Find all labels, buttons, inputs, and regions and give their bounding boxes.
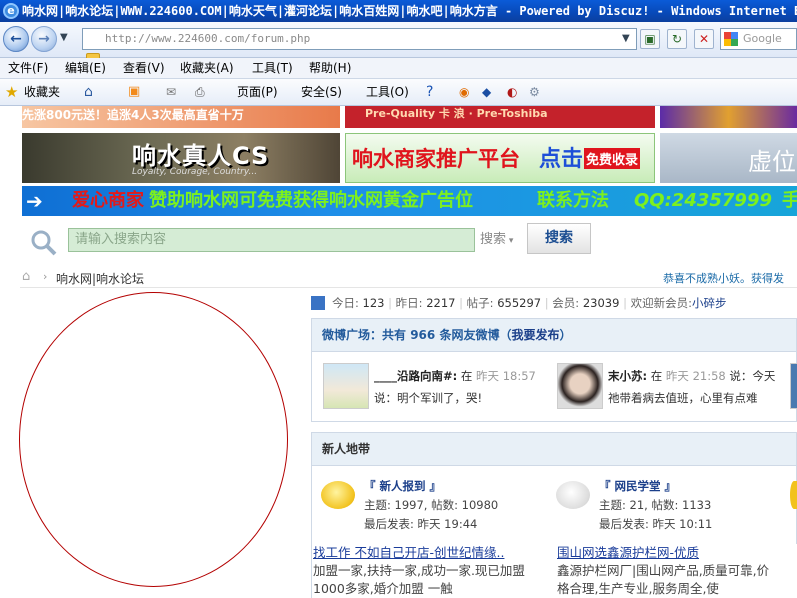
top-banner-middle[interactable]: Pre-Quality 卡 浪 · Pre-Toshiba [345, 106, 655, 128]
promo-free: 免费收录 [584, 148, 641, 169]
google-icon [724, 32, 738, 46]
promo-title: 响水商家推广平台 [352, 147, 520, 171]
forward-button[interactable]: → [31, 26, 57, 52]
cs-banner-title: 响水真人CS [132, 142, 270, 170]
forum-link-new-report[interactable]: 『 新人报到 』 [364, 477, 498, 496]
forum-new-posts-icon [790, 481, 797, 509]
vacant-ad-slot[interactable]: 虚位 [660, 133, 797, 183]
research-icon[interactable]: ◐ [507, 79, 517, 105]
ie-logo-icon: e [3, 3, 19, 19]
home-breadcrumb-icon[interactable]: ⌂ [22, 269, 30, 284]
breadcrumb-forum[interactable]: 响水网|响水论坛 [56, 270, 144, 287]
newbie-header: 新人地带 [312, 433, 796, 466]
menu-view[interactable]: 查看(V) [123, 58, 165, 78]
menu-tools[interactable]: 工具(T) [252, 58, 293, 78]
home-icon[interactable]: ⌂ [84, 79, 93, 105]
avatar[interactable] [790, 363, 797, 409]
address-dropdown-icon[interactable]: ▼ [622, 33, 630, 44]
top-banner-left[interactable]: 先涨800元送！追涨4人3次最高直省十万 [22, 106, 340, 128]
stats-icon [311, 296, 325, 310]
ad-strip-part-1: 爱心商家 [72, 190, 144, 211]
forum-no-new-icon [556, 481, 590, 509]
vacant-label: 虚位 [748, 148, 796, 176]
cs-banner-subtitle: Loyalty, Courage, Country... [132, 167, 258, 177]
tools-menu[interactable]: 工具(O) [366, 79, 409, 105]
cs-banner[interactable]: 响水真人CS Loyalty, Courage, Country... [22, 133, 340, 183]
menu-file[interactable]: 文件(F) [8, 58, 48, 78]
addon-icon[interactable]: ◉ [459, 79, 469, 105]
search-icon [30, 229, 58, 257]
address-bar[interactable]: http://www.224600.com/forum.php [82, 28, 637, 50]
annotation-ellipse [19, 292, 288, 587]
weibo-post-2: 末小苏: 在 昨天 21:58 说：今天祂带着病去值班，心里有点难 [608, 369, 776, 405]
text-ad-link[interactable]: 找工作 不如自己开店-创世纪情缘.. [313, 544, 551, 562]
arrow-right-icon: ➔ [26, 189, 43, 213]
ad-strip-part-4: QQ:24357999 [634, 190, 772, 211]
menu-help[interactable]: 帮助(H) [309, 58, 351, 78]
page-menu[interactable]: 页面(P) [237, 79, 278, 105]
stop-icon[interactable]: ✕ [694, 29, 714, 49]
favorites-star-icon[interactable]: ★ [5, 79, 18, 105]
weibo-header: 微博广场：共有 966 条网友微博（我要发布） [312, 319, 796, 352]
notice-ticker[interactable]: 恭喜不成熟小妖。获得发 [663, 270, 784, 286]
text-ad: 找工作 不如自己开店-创世纪情缘.. 加盟一家,扶持一家,成功一家.现已加盟 1… [313, 544, 551, 598]
forum-link-school[interactable]: 『 网民学堂 』 [599, 477, 712, 496]
forum-item: 『 网民学堂 』 主题: 21, 帖数: 1133 最后发表: 昨天 10:11 [599, 477, 713, 531]
top-banner-right[interactable] [660, 106, 797, 128]
text-ad-link[interactable]: 围山网选鑫源护栏网-优质 [557, 544, 797, 562]
ad-strip-part-5: 手 [782, 190, 797, 211]
menu-favorites[interactable]: 收藏夹(A) [180, 58, 234, 78]
mail-icon[interactable]: ✉ [166, 79, 176, 105]
search-type-select[interactable]: 搜索 ▾ [480, 228, 524, 252]
text-ad: 围山网选鑫源护栏网-优质 鑫源护栏网厂|围山网产品,质量可靠,价 格合理,生产专… [557, 544, 797, 598]
safety-menu[interactable]: 安全(S) [301, 79, 342, 105]
avatar[interactable] [557, 363, 603, 409]
forum-stats: 今日: 123 | 昨日: 2217 | 帖子: 655297 | 会员: 23… [332, 296, 727, 310]
print-icon[interactable]: ⎙ [195, 79, 205, 105]
forum-new-posts-icon [321, 481, 355, 509]
help-icon[interactable]: ? [426, 79, 433, 105]
menu-bar: 文件(F) 编辑(E) 查看(V) 收藏夹(A) 工具(T) 帮助(H) [0, 58, 797, 79]
weibo-post-1: ____沿路向南#: 在 昨天 18:57 说：明个军训了，哭! [374, 369, 536, 405]
refresh-icon[interactable]: ↻ [667, 29, 687, 49]
window-title: 响水网|响水论坛|WWW.224600.COM|响水天气|灌河论坛|响水百姓网|… [22, 4, 797, 18]
publish-weibo-link[interactable]: 我要发布 [511, 328, 559, 342]
search-input[interactable]: 请输入搜索内容 [68, 228, 475, 252]
search-button[interactable]: 搜索 [527, 223, 591, 254]
settings-gear-icon[interactable]: ⚙ [529, 79, 540, 105]
avatar[interactable] [323, 363, 369, 409]
menu-edit[interactable]: 编辑(E) [65, 58, 106, 78]
forum-item: 『 新人报到 』 主题: 1997, 帖数: 10980 最后发表: 昨天 19… [364, 477, 499, 531]
ad-strip-part-2: 赞助响水网可免费获得响水网黄金广告位 [149, 190, 473, 211]
weibo-user-link[interactable]: 末小苏: [608, 369, 647, 383]
weibo-plaza-card: 微博广场：共有 966 条网友微博（我要发布） ____沿路向南#: 在 昨天 … [311, 318, 797, 422]
breadcrumb-separator: › [43, 270, 48, 283]
ad-strip-part-3: 联系方法 [537, 190, 609, 211]
back-button[interactable]: ← [3, 26, 29, 52]
promo-click: 点击 [539, 147, 584, 172]
feeds-icon[interactable]: ▣ [128, 79, 140, 105]
sponsor-ad-strip[interactable]: ➔ 爱心商家 赞助响水网可免费获得响水网黄金广告位 联系方法 QQ:243579… [22, 186, 797, 216]
dropdown-arrow-icon: ▾ [506, 236, 514, 246]
favorites-button[interactable]: 收藏夹 [24, 79, 60, 105]
merchant-promo-banner[interactable]: 响水商家推广平台 点击 免费收录 [345, 133, 655, 183]
web-page: 先涨800元送！追涨4人3次最高直省十万 Pre-Quality 卡 浪 · P… [0, 106, 797, 598]
window-title-bar: 响水网|响水论坛|WWW.224600.COM|响水天气|灌河论坛|响水百姓网|… [0, 0, 797, 22]
compatibility-icon[interactable]: ▣ [640, 29, 660, 49]
navigation-bar: ← → ▼ http://www.224600.com/forum.php ▼ … [0, 22, 797, 67]
new-member-link[interactable]: 小碎步 [692, 296, 727, 310]
divider [20, 287, 797, 288]
messenger-icon[interactable]: ◆ [482, 79, 491, 105]
recent-pages-dropdown-icon[interactable]: ▼ [60, 32, 68, 43]
command-bar: ★ 收藏夹 ⌂ ▣ ✉ ⎙ 页面(P) 安全(S) 工具(O) ? ◉ ◆ ◐ … [0, 79, 797, 106]
weibo-user-link[interactable]: ____沿路向南#: [374, 369, 457, 383]
